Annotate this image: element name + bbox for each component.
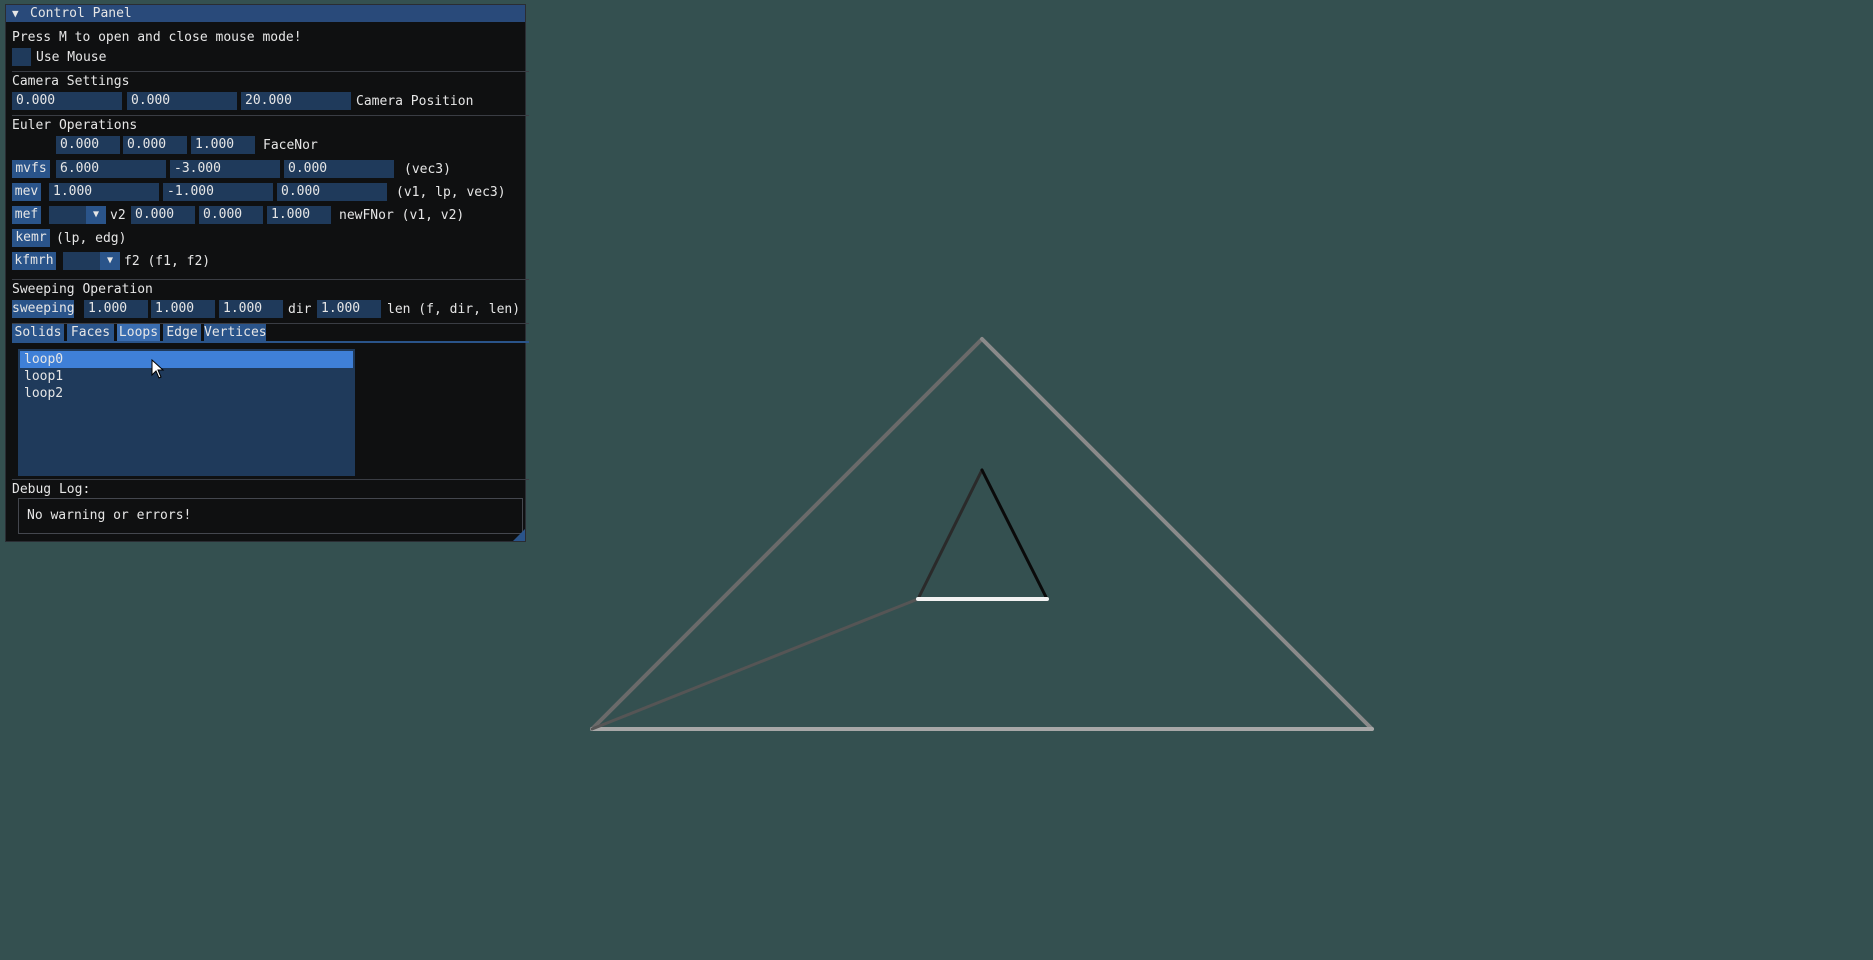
bridge-edge bbox=[590, 597, 920, 731]
inner-triangle bbox=[916, 468, 1049, 601]
outer-triangle bbox=[590, 337, 1374, 731]
use-mouse-checkbox[interactable] bbox=[12, 48, 31, 66]
mef-x-field[interactable]: 0.000 bbox=[131, 206, 195, 224]
mev-vec3-field[interactable]: 0.000 bbox=[277, 183, 387, 201]
camera-z-field[interactable]: 20.000 bbox=[241, 92, 351, 110]
mef-y-field[interactable]: 0.000 bbox=[199, 206, 263, 224]
sweep-len-field[interactable]: 1.000 bbox=[317, 300, 381, 318]
chevron-down-icon[interactable]: ▼ bbox=[100, 252, 120, 270]
mef-v2-label: v2 bbox=[110, 208, 126, 223]
sweep-dir-z-field[interactable]: 1.000 bbox=[219, 300, 283, 318]
collapse-arrow-icon[interactable]: ▼ bbox=[12, 5, 19, 22]
euler-operations-heading: Euler Operations bbox=[12, 118, 138, 133]
sweep-args-label: len (f, dir, len) bbox=[387, 302, 521, 317]
tab-loops[interactable]: Loops bbox=[117, 324, 160, 342]
control-panel-titlebar[interactable]: ▼ Control Panel bbox=[6, 5, 525, 22]
kemr-button[interactable]: kemr bbox=[12, 229, 50, 247]
mev-button[interactable]: mev bbox=[12, 183, 41, 201]
chevron-down-icon[interactable]: ▼ bbox=[86, 206, 106, 224]
kfmrh-args-label: f2 (f1, f2) bbox=[124, 254, 211, 269]
mvfs-x-field[interactable]: 6.000 bbox=[56, 160, 166, 178]
list-item[interactable]: loop1 bbox=[20, 368, 353, 385]
tab-solids[interactable]: Solids bbox=[12, 324, 64, 342]
list-item[interactable]: loop0 bbox=[20, 351, 353, 368]
mouse-mode-hint: Press M to open and close mouse mode! bbox=[12, 30, 302, 45]
separator bbox=[12, 71, 529, 72]
tab-vertices[interactable]: Vertices bbox=[204, 324, 267, 342]
separator bbox=[12, 115, 529, 116]
kfmrh-f1-combo[interactable]: ▼ bbox=[63, 252, 120, 270]
loops-listbox[interactable]: loop0 loop1 loop2 bbox=[18, 349, 355, 476]
panel-title: Control Panel bbox=[30, 6, 132, 21]
camera-position-label: Camera Position bbox=[356, 94, 474, 109]
sweep-dir-label: dir bbox=[288, 302, 312, 317]
mvfs-y-field[interactable]: -3.000 bbox=[170, 160, 280, 178]
mev-v1-field[interactable]: 1.000 bbox=[49, 183, 159, 201]
kemr-args-label: (lp, edg) bbox=[56, 231, 127, 246]
camera-y-field[interactable]: 0.000 bbox=[127, 92, 237, 110]
facenor-x-field[interactable]: 0.000 bbox=[56, 136, 120, 154]
mouse-cursor-icon bbox=[151, 359, 165, 379]
kfmrh-button[interactable]: kfmrh bbox=[12, 252, 56, 270]
tab-underline bbox=[12, 341, 529, 343]
camera-x-field[interactable]: 0.000 bbox=[12, 92, 122, 110]
facenor-z-field[interactable]: 1.000 bbox=[191, 136, 255, 154]
mvfs-z-field[interactable]: 0.000 bbox=[284, 160, 394, 178]
mef-button[interactable]: mef bbox=[12, 206, 41, 224]
facenor-label: FaceNor bbox=[263, 138, 318, 153]
mvfs-button[interactable]: mvfs bbox=[12, 160, 50, 178]
facenor-y-field[interactable]: 0.000 bbox=[123, 136, 187, 154]
debug-log-box: No warning or errors! bbox=[18, 498, 523, 534]
mef-v1-combo[interactable]: ▼ bbox=[49, 206, 106, 224]
sweeping-operation-heading: Sweeping Operation bbox=[12, 282, 153, 297]
mev-lp-field[interactable]: -1.000 bbox=[163, 183, 273, 201]
control-panel: ▼ Control Panel Press M to open and clos… bbox=[5, 4, 529, 542]
mev-args-label: (v1, lp, vec3) bbox=[396, 185, 506, 200]
mef-z-field[interactable]: 1.000 bbox=[267, 206, 331, 224]
mef-args-label: newFNor (v1, v2) bbox=[339, 208, 465, 223]
separator bbox=[12, 279, 529, 280]
use-mouse-label: Use Mouse bbox=[36, 50, 107, 65]
tab-faces[interactable]: Faces bbox=[67, 324, 114, 342]
debug-log-message: No warning or errors! bbox=[27, 508, 192, 523]
debug-log-heading: Debug Log: bbox=[12, 482, 91, 497]
list-item[interactable]: loop2 bbox=[20, 385, 353, 402]
sweeping-button[interactable]: sweeping bbox=[12, 300, 75, 318]
camera-settings-heading: Camera Settings bbox=[12, 74, 130, 89]
resize-grip-icon[interactable] bbox=[513, 529, 525, 541]
sweep-dir-x-field[interactable]: 1.000 bbox=[84, 300, 148, 318]
separator bbox=[12, 479, 529, 480]
sweep-dir-y-field[interactable]: 1.000 bbox=[151, 300, 215, 318]
tab-edge[interactable]: Edge bbox=[163, 324, 201, 342]
mvfs-args-label: (vec3) bbox=[404, 162, 451, 177]
